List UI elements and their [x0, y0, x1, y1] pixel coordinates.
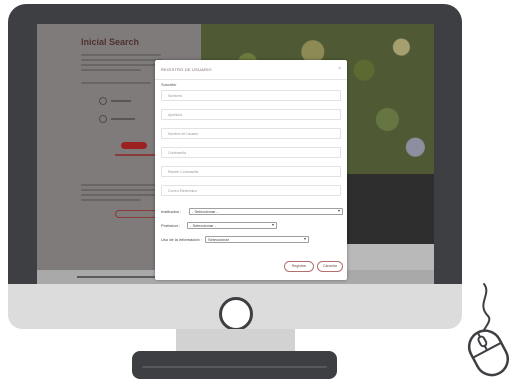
- power-button-icon: [219, 297, 253, 331]
- text-line: [81, 189, 161, 191]
- text-line: [81, 82, 151, 84]
- site-primary-button[interactable]: [121, 142, 147, 149]
- email-field[interactable]: Correo Electrónico: [161, 185, 341, 196]
- first-name-field[interactable]: Nombres: [161, 90, 341, 101]
- usage-value: Seleccionar: [208, 237, 229, 242]
- register-button[interactable]: Registrar: [284, 261, 314, 272]
- password-field[interactable]: Contraseña: [161, 147, 341, 158]
- radio-option[interactable]: [99, 115, 107, 123]
- close-icon[interactable]: ×: [338, 66, 341, 72]
- text-line: [81, 69, 141, 71]
- profession-label: Profesion :: [161, 223, 181, 228]
- field-placeholder: Nombres: [168, 94, 183, 98]
- monitor-stand: [176, 329, 295, 351]
- chevron-down-icon: ▾: [337, 208, 340, 213]
- modal-title: REGISTRO DE USUARIO: [161, 67, 212, 72]
- site-outline-button[interactable]: [115, 210, 157, 218]
- site-link[interactable]: [115, 154, 155, 156]
- text-line: [81, 64, 159, 66]
- profession-value: - Seleccionar -: [190, 223, 216, 228]
- chevron-down-icon: ▾: [271, 222, 274, 227]
- field-placeholder: Correo Electrónico: [168, 189, 197, 193]
- institution-select[interactable]: - Seleccionar - ▾: [189, 208, 343, 215]
- username-field[interactable]: Nombre de Usuario: [161, 128, 341, 139]
- profession-row: Profesion : - Seleccionar - ▾: [161, 222, 281, 230]
- screen: Inicial Search REGISTRO DE USUARIO × Sus…: [37, 24, 434, 284]
- usage-select[interactable]: Seleccionar ▾: [205, 236, 309, 243]
- cancel-button[interactable]: Cancelar: [317, 261, 343, 272]
- text-line: [81, 59, 163, 61]
- radio-label: [111, 100, 131, 102]
- field-placeholder: Contraseña: [168, 151, 187, 155]
- usage-label: Uso de la información :: [161, 237, 202, 242]
- institution-row: Institución : - Seleccionar - ▾: [161, 208, 343, 216]
- institution-value: - Seleccionar -: [192, 209, 218, 214]
- institution-label: Institución :: [161, 209, 182, 214]
- last-name-field[interactable]: Apellidos: [161, 109, 341, 120]
- radio-label: [111, 118, 135, 120]
- site-heading: Inicial Search: [81, 37, 140, 47]
- text-line: [81, 199, 141, 201]
- modal-subtitle: Suscribir: [161, 82, 177, 87]
- monitor-base: [132, 351, 337, 379]
- mouse-icon: [467, 283, 510, 377]
- profession-select[interactable]: - Seleccionar - ▾: [187, 222, 277, 229]
- field-placeholder: Repetir Contraseña: [168, 170, 199, 174]
- text-line: [81, 194, 163, 196]
- text-line: [81, 184, 165, 186]
- field-placeholder: Nombre de Usuario: [168, 132, 199, 136]
- radio-option[interactable]: [99, 97, 107, 105]
- monitor-base-groove: [142, 366, 327, 368]
- usage-row: Uso de la información : Seleccionar ▾: [161, 236, 311, 244]
- chevron-down-icon: ▾: [303, 236, 306, 241]
- registration-modal: REGISTRO DE USUARIO × Suscribir Nombres …: [155, 60, 347, 280]
- field-placeholder: Apellidos: [168, 113, 183, 117]
- desktop-illustration: Inicial Search REGISTRO DE USUARIO × Sus…: [0, 0, 515, 382]
- repeat-password-field[interactable]: Repetir Contraseña: [161, 166, 341, 177]
- modal-header: REGISTRO DE USUARIO ×: [155, 60, 347, 80]
- text-line: [81, 54, 161, 56]
